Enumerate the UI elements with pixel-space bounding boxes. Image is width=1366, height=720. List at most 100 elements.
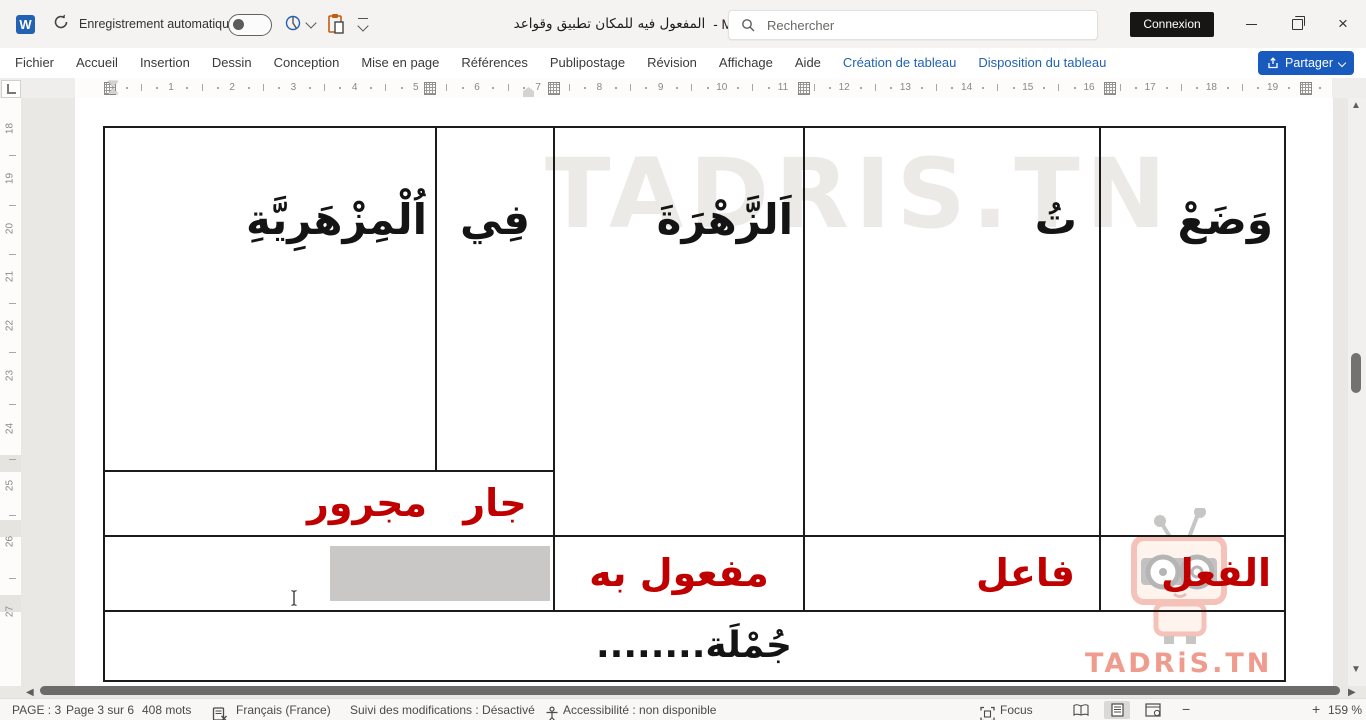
table-column-marker[interactable] [424, 82, 436, 95]
tab-aide[interactable]: Aide [784, 48, 832, 78]
table-cell-fail[interactable]: فاعل [806, 537, 1095, 609]
table-column-marker[interactable] [798, 82, 810, 95]
tab-publipostage[interactable]: Publipostage [539, 48, 636, 78]
tab-accueil[interactable]: Accueil [65, 48, 129, 78]
print-layout-view-button[interactable] [1104, 701, 1130, 719]
tab-conception[interactable]: Conception [263, 48, 351, 78]
tab-fichier[interactable]: Fichier [4, 48, 65, 78]
table-cell-maful-bih[interactable]: مفعول به [557, 537, 801, 609]
tab-mise-en-page[interactable]: Mise en page [350, 48, 450, 78]
tab-disposition-du-tableau[interactable]: Disposition du tableau [967, 48, 1117, 78]
restore-button[interactable] [1274, 0, 1320, 48]
word-window: W Enregistrement automatique المفعول فيه… [0, 0, 1366, 720]
share-icon [1268, 57, 1278, 69]
ruler-tick [278, 87, 281, 89]
table-cell-almizhariya[interactable]: اُلْمِزْهَرِيَّةِ [105, 178, 433, 262]
ruler-number: 19 [1267, 82, 1279, 93]
ruler-tick [324, 84, 325, 91]
table-cell-fi[interactable]: فِي [437, 178, 553, 262]
qat-customize-icon[interactable] [358, 18, 368, 19]
ruler-number: 10 [716, 82, 728, 93]
table-cell-verb[interactable]: وَضَعْ [1101, 178, 1283, 262]
share-button[interactable]: Partager [1258, 51, 1354, 75]
paste-icon[interactable] [326, 13, 346, 35]
search-input[interactable] [765, 12, 1069, 38]
minimize-button[interactable] [1228, 0, 1274, 48]
tab-insertion[interactable]: Insertion [129, 48, 201, 78]
touch-mode-dropdown-icon[interactable] [305, 17, 317, 29]
ruler-tick [981, 87, 984, 89]
ruler-tick [890, 87, 893, 89]
tab-dessin[interactable]: Dessin [201, 48, 263, 78]
tab-creation-de-tableau[interactable]: Création de tableau [832, 48, 967, 78]
ruler-tick [141, 84, 142, 91]
ruler-number: 9 [657, 82, 664, 93]
scroll-right-icon[interactable]: ▶ [1348, 687, 1356, 698]
proofing-errors-icon[interactable] [212, 703, 228, 720]
tab-affichage[interactable]: Affichage [708, 48, 784, 78]
ruler-number: 14 [961, 82, 973, 93]
table-border [103, 126, 1286, 128]
accessibility-status[interactable]: Accessibilité : non disponible [563, 699, 716, 720]
search-box[interactable] [728, 10, 1098, 40]
ruler-number: 20 [4, 222, 16, 235]
zoom-level[interactable]: 159 % [1328, 699, 1362, 720]
horizontal-scrollbar-thumb[interactable] [40, 686, 1340, 695]
table-cell-majrur[interactable]: مجرور [105, 472, 431, 534]
track-changes-status[interactable]: Suivi des modifications : Désactivé [350, 699, 535, 720]
table-cell-jumla[interactable]: جُمْلَة........ [105, 612, 1283, 680]
focus-button[interactable]: Focus [1000, 699, 1033, 720]
ruler-tick [737, 87, 740, 89]
language-status[interactable]: Français (France) [236, 699, 331, 720]
tab-revision[interactable]: Révision [636, 48, 708, 78]
sign-in-button[interactable]: Connexion [1130, 12, 1214, 37]
qat-customize-chevron-icon[interactable] [357, 20, 369, 32]
ruler-tick [9, 578, 16, 579]
page-count-status[interactable]: Page 3 sur 6 [66, 699, 134, 720]
ruler-tick [186, 87, 189, 89]
scroll-down-icon[interactable]: ▼ [1351, 664, 1361, 675]
vertical-ruler[interactable]: 18 19 20 21 22 23 24 25 26 27 [0, 98, 21, 686]
touch-mode-icon[interactable] [284, 13, 302, 33]
ruler-number: 12 [838, 82, 850, 93]
table-cell-alfil[interactable]: الفعل [1101, 537, 1283, 609]
ruler-tick [1058, 84, 1060, 91]
table-column-marker[interactable] [1104, 82, 1116, 95]
autosave-toggle[interactable] [228, 14, 272, 36]
read-mode-view-button[interactable] [1068, 701, 1094, 719]
close-button[interactable]: × [1320, 0, 1366, 48]
web-layout-view-button[interactable] [1140, 701, 1166, 719]
word-count-status[interactable]: 408 mots [142, 699, 191, 720]
tab-references[interactable]: Références [450, 48, 538, 78]
tab-stop-selector[interactable] [1, 80, 21, 98]
zoom-out-button[interactable]: − [1182, 699, 1190, 720]
share-dropdown-icon [1337, 58, 1347, 68]
first-line-indent-marker[interactable] [108, 81, 118, 87]
status-bar: PAGE : 3 Page 3 sur 6 408 mots Français … [0, 698, 1366, 720]
zoom-in-button[interactable]: + [1312, 699, 1320, 720]
hanging-indent-marker[interactable] [108, 88, 118, 94]
ruler-tick [1165, 87, 1168, 89]
table-cell-jar[interactable]: جار [437, 472, 553, 534]
table-cell-azzahra[interactable]: اَلزَّهْرَةَ [557, 178, 801, 262]
ruler-tick [920, 87, 923, 89]
table-column-marker[interactable] [548, 82, 560, 95]
table-cell-ta[interactable]: تُ [806, 178, 1097, 262]
ruler-number: 1 [168, 82, 174, 93]
title-bar: W Enregistrement automatique المفعول فيه… [0, 0, 1366, 48]
ruler-number: 24 [4, 422, 16, 435]
ruler-tick [339, 87, 342, 89]
scroll-up-icon[interactable]: ▲ [1351, 100, 1361, 111]
accessibility-icon [546, 706, 558, 720]
ruler-tick [201, 84, 203, 91]
table-column-marker[interactable] [1300, 82, 1312, 95]
ruler-number: 22 [4, 319, 16, 332]
vertical-scrollbar-thumb[interactable] [1351, 353, 1361, 393]
sync-icon[interactable] [52, 13, 70, 31]
table-border [1284, 126, 1286, 682]
page-number-status[interactable]: PAGE : 3 [12, 699, 61, 720]
ruler-tick [9, 155, 16, 156]
focus-icon [980, 706, 995, 720]
scroll-left-icon[interactable]: ◀ [26, 687, 34, 698]
ruler-tick [369, 87, 372, 89]
